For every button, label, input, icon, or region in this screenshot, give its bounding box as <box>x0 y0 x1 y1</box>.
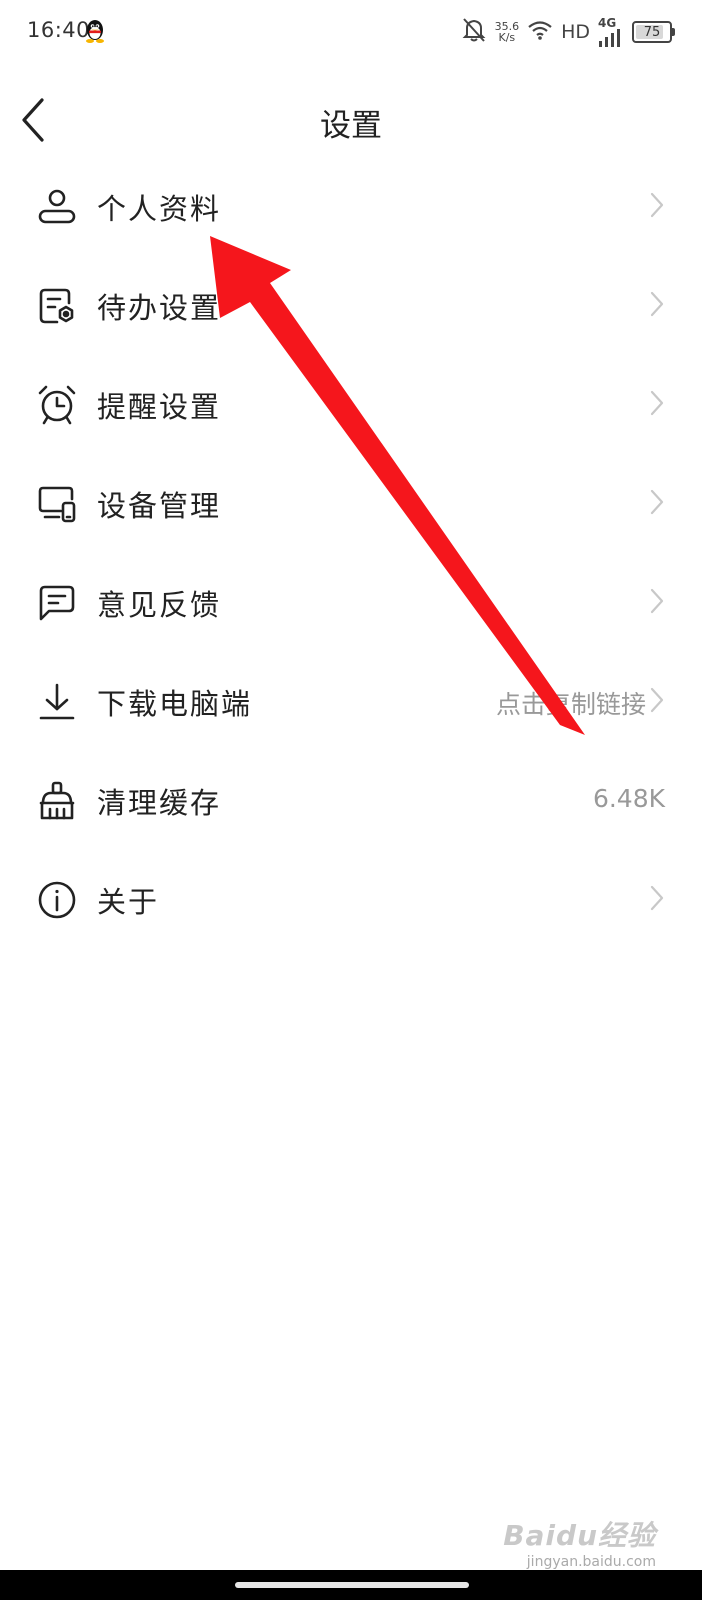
menu-item-label: 提醒设置 <box>97 390 222 424</box>
chevron-right-icon <box>650 588 664 614</box>
chevron-right-icon <box>650 489 664 515</box>
menu-item-todo-settings[interactable]: 待办设置 <box>0 257 702 356</box>
net-speed: 35.6 K/s <box>495 21 520 43</box>
page-title: 设置 <box>320 108 382 144</box>
menu-item-reminder-settings[interactable]: 提醒设置 <box>0 356 702 455</box>
menu-item-about[interactable]: 关于 <box>0 851 702 950</box>
chevron-right-icon <box>650 687 664 713</box>
cache-size: 6.48K <box>592 784 665 813</box>
menu-item-label: 待办设置 <box>97 291 222 325</box>
copy-link-hint[interactable]: 点击复制链接 <box>496 685 646 721</box>
battery-level: 75 <box>643 24 661 40</box>
system-nav-bar <box>0 1570 702 1600</box>
chevron-right-icon <box>650 192 664 218</box>
watermark-logo: Baidu经验 <box>503 1519 656 1552</box>
net-speed-unit: K/s <box>498 31 516 44</box>
header: 设置 <box>0 80 702 160</box>
feedback-icon <box>37 583 77 623</box>
info-icon <box>37 880 77 920</box>
alarm-clock-icon <box>37 385 77 425</box>
menu-item-download-desktop[interactable]: 下载电脑端 点击复制链接 <box>0 653 702 752</box>
user-icon <box>37 187 77 227</box>
download-icon <box>37 682 77 722</box>
menu-item-label: 个人资料 <box>97 192 222 226</box>
menu-item-clear-cache[interactable]: 清理缓存 6.48K <box>0 752 702 851</box>
devices-icon <box>37 484 77 524</box>
menu-item-feedback[interactable]: 意见反馈 <box>0 554 702 653</box>
signal-label: 4G <box>598 15 617 30</box>
watermark: Baidu经验 jingyan.baidu.com <box>503 1514 656 1570</box>
menu-item-label: 下载电脑端 <box>97 687 253 721</box>
settings-menu: 个人资料 待办设置 提醒设置 设备管理 意见反馈 下载电脑端 点击复制链接 清理… <box>0 158 702 950</box>
wifi-icon <box>527 19 553 45</box>
hd-label: HD <box>561 21 590 43</box>
broom-icon <box>37 781 77 821</box>
menu-item-label: 关于 <box>97 885 160 919</box>
chevron-right-icon <box>650 291 664 317</box>
status-bar: 16:40 35.6 K/s HD 4G 75 <box>0 0 702 64</box>
menu-item-label: 设备管理 <box>97 489 222 523</box>
menu-item-device-management[interactable]: 设备管理 <box>0 455 702 554</box>
status-time: 16:40 <box>27 18 91 42</box>
bell-mute-icon <box>461 16 487 48</box>
menu-item-label: 清理缓存 <box>97 786 222 820</box>
battery-icon: 75 <box>632 21 675 43</box>
home-indicator[interactable] <box>235 1582 469 1588</box>
qq-icon <box>84 18 106 44</box>
signal-icon: 4G <box>598 15 624 47</box>
chevron-right-icon <box>650 390 664 416</box>
menu-item-label: 意见反馈 <box>97 588 222 622</box>
chevron-right-icon <box>650 885 664 911</box>
todo-settings-icon <box>37 286 77 326</box>
menu-item-profile[interactable]: 个人资料 <box>0 158 702 257</box>
watermark-url: jingyan.baidu.com <box>526 1554 656 1570</box>
